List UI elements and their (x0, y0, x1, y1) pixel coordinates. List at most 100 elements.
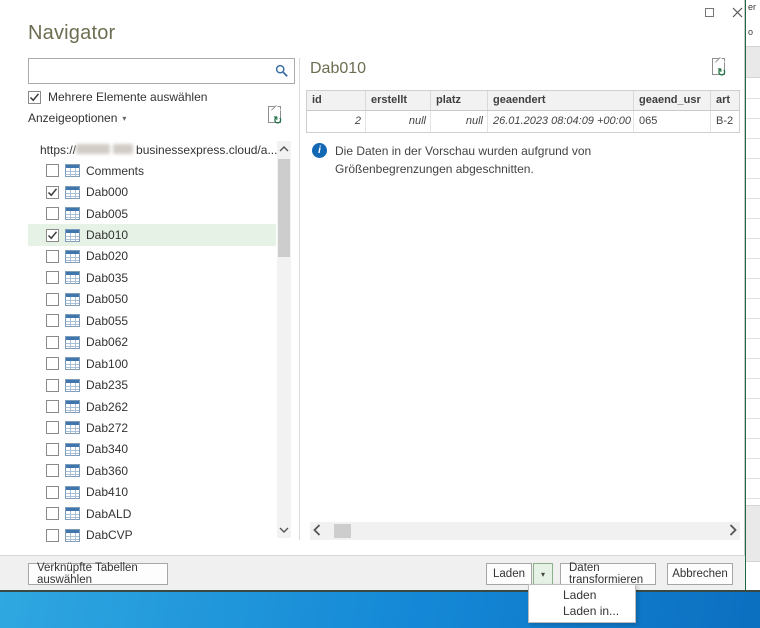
column-header-platz[interactable]: platz (431, 91, 488, 110)
maximize-button[interactable] (700, 4, 718, 20)
tree-item-dab062[interactable]: Dab062 (28, 332, 276, 353)
tree-item-dab360[interactable]: Dab360 (28, 460, 276, 481)
checkbox[interactable] (46, 336, 59, 349)
table-icon (65, 421, 80, 434)
tree-item-label: Dab000 (86, 185, 128, 199)
tree-item-dab235[interactable]: Dab235 (28, 374, 276, 395)
tree-item-dab005[interactable]: Dab005 (28, 203, 276, 224)
checkbox[interactable] (46, 443, 59, 456)
scroll-left-arrow[interactable] (313, 523, 321, 542)
table-icon (65, 293, 80, 306)
scroll-down-arrow[interactable] (277, 522, 291, 538)
checkbox[interactable] (46, 314, 59, 327)
load-button[interactable]: Laden (486, 563, 532, 585)
search-icon[interactable] (275, 64, 289, 78)
redacted-url-segment (113, 144, 133, 154)
tree-item-list: Comments Dab000 Dab005 Dab010Dab020Dab035 Da… (28, 160, 276, 546)
scrollbar-thumb[interactable] (278, 159, 290, 257)
search-box (28, 58, 295, 84)
tree-item-dab020[interactable]: Dab020 (28, 246, 276, 267)
tree-item-label: Dab272 (86, 421, 128, 435)
checkbox[interactable] (46, 379, 59, 392)
tree-item-label: Dab050 (86, 292, 128, 306)
checkbox[interactable] (46, 357, 59, 370)
tree-item-dab050[interactable]: Dab050 (28, 289, 276, 310)
tree-item-label: Dab100 (86, 357, 128, 371)
table-icon (65, 507, 80, 520)
refresh-preview-button[interactable]: ↻ (712, 58, 729, 78)
checkbox[interactable] (46, 507, 59, 520)
tree-item-label: DabALD (86, 507, 131, 521)
checkbox[interactable] (46, 207, 59, 220)
tree-item-dab340[interactable]: Dab340 (28, 439, 276, 460)
tree-item-dab262[interactable]: Dab262 (28, 396, 276, 417)
column-header-erstellt[interactable]: erstellt (366, 91, 431, 110)
tree-item-dab272[interactable]: Dab272 (28, 417, 276, 438)
preview-scrollbar[interactable] (310, 522, 740, 540)
checkbox[interactable] (46, 400, 59, 413)
checkbox[interactable] (46, 250, 59, 263)
panel-divider (299, 58, 300, 540)
tree-item-label: Dab262 (86, 400, 128, 414)
table-icon (65, 271, 80, 284)
select-related-tables-button[interactable]: Verknüpfte Tabellen auswählen (28, 563, 168, 585)
display-options-dropdown[interactable]: Anzeigeoptionen ▾ (28, 111, 126, 125)
tree-item-label: Dab005 (86, 207, 128, 221)
menu-item-laden[interactable]: Laden (529, 587, 635, 603)
checkbox[interactable] (46, 464, 59, 477)
transform-data-button[interactable]: Daten transformieren (560, 563, 656, 585)
multi-select-row[interactable]: Mehrere Elemente auswählen (28, 90, 207, 104)
cancel-button[interactable]: Abbrechen (667, 563, 733, 585)
checkbox[interactable] (46, 421, 59, 434)
tree-item-dab410[interactable]: Dab410 (28, 482, 276, 503)
scroll-right-arrow[interactable] (729, 523, 737, 542)
checkbox[interactable] (46, 164, 59, 177)
checkbox[interactable] (46, 186, 59, 199)
excel-text-fragment: er (748, 2, 756, 12)
excel-footer-block (746, 505, 760, 562)
checkbox[interactable] (46, 271, 59, 284)
table-icon (65, 229, 80, 242)
scroll-up-arrow[interactable] (277, 141, 291, 157)
search-input[interactable] (33, 60, 271, 82)
table-icon (65, 186, 80, 199)
table-icon (65, 486, 80, 499)
tree-item-dab010[interactable]: Dab010 (28, 224, 276, 245)
checkbox[interactable] (46, 486, 59, 499)
tree-item-dab000[interactable]: Dab000 (28, 181, 276, 202)
tree-root-node[interactable]: https://businessexpress.cloud/a... (28, 139, 276, 160)
scrollbar-thumb[interactable] (334, 524, 351, 538)
column-header-art[interactable]: art (711, 91, 740, 110)
checkbox[interactable] (46, 229, 59, 242)
table-icon (65, 250, 80, 263)
table-icon (65, 379, 80, 392)
multi-select-checkbox[interactable] (28, 91, 41, 104)
load-dropdown-menu: LadenLaden in... (528, 584, 636, 623)
close-button[interactable] (728, 4, 746, 20)
tree-item-dab055[interactable]: Dab055 (28, 310, 276, 331)
tree-item-label: Dab360 (86, 464, 128, 478)
tree-item-label: Dab340 (86, 442, 128, 456)
refresh-preview-button[interactable]: ↻ (268, 106, 285, 126)
excel-grid-rows (746, 79, 760, 505)
checkbox[interactable] (46, 293, 59, 306)
excel-text-fragment: o (748, 27, 753, 37)
table-cell: 065 (634, 111, 711, 132)
tree-item-comments[interactable]: Comments (28, 160, 276, 181)
tree-item-dab100[interactable]: Dab100 (28, 353, 276, 374)
check-icon (47, 187, 58, 198)
menu-item-laden-in---[interactable]: Laden in... (529, 603, 635, 619)
column-header-geaendert[interactable]: geaendert (488, 91, 634, 110)
tree-item-dab035[interactable]: Dab035 (28, 267, 276, 288)
tree-scrollbar[interactable] (277, 141, 291, 538)
tree-item-label: Comments (86, 164, 144, 178)
tree-item-dabcvp[interactable]: DabCVP (28, 524, 276, 545)
tree-item-dabald[interactable]: DabALD (28, 503, 276, 524)
load-split-arrow-button[interactable]: ▾ (533, 563, 553, 585)
column-header-id[interactable]: id (307, 91, 366, 110)
column-header-geaend_usr[interactable]: geaend_usr (634, 91, 711, 110)
checkbox[interactable] (46, 529, 59, 542)
tree-item-label: Dab062 (86, 335, 128, 349)
truncation-notice: i Die Daten in der Vorschau wurden aufgr… (312, 142, 682, 178)
table-icon (65, 443, 80, 456)
